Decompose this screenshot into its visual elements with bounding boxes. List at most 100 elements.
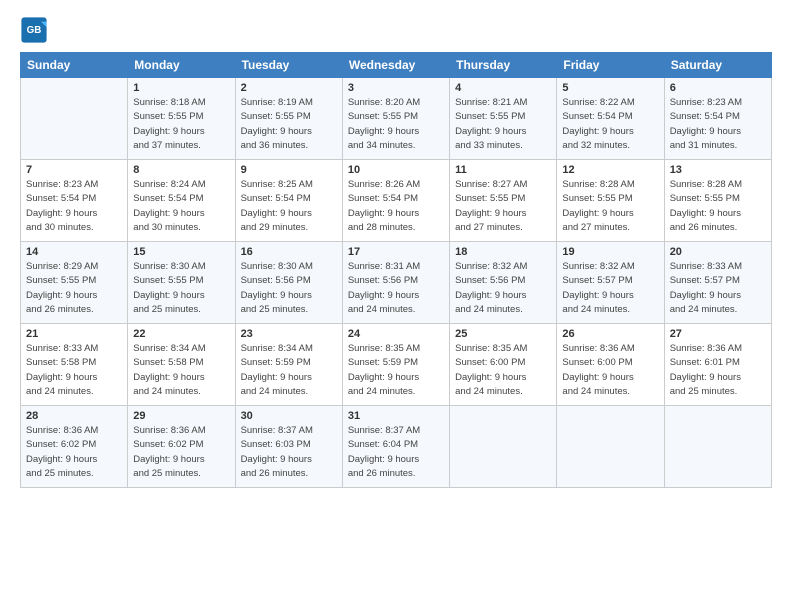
calendar-cell: 27 Sunrise: 8:36 AMSunset: 6:01 PMDayligh…: [664, 324, 771, 406]
calendar-cell: 5 Sunrise: 8:22 AMSunset: 5:54 PMDaylight…: [557, 78, 664, 160]
day-number: 25: [455, 328, 551, 340]
logo-icon: GB: [20, 16, 48, 44]
logo: GB: [20, 16, 52, 44]
calendar-cell: 12Sunrise: 8:28 AMSunset: 5:55 PMDayligh…: [557, 160, 664, 242]
calendar-cell: 17 Sunrise: 8:31 AMSunset: 5:56 PMDayligh…: [342, 242, 449, 324]
day-info: Sunrise: 8:22 AMSunset: 5:54 PMDaylight:…: [562, 96, 658, 153]
day-number: 18: [455, 246, 551, 258]
calendar-cell: 18 Sunrise: 8:32 AMSunset: 5:56 PMDayligh…: [450, 242, 557, 324]
calendar-cell: 25 Sunrise: 8:35 AMSunset: 6:00 PMDayligh…: [450, 324, 557, 406]
week-row-1: 7 Sunrise: 8:23 AMSunset: 5:54 PMDaylight…: [21, 160, 772, 242]
day-info: Sunrise: 8:25 AMSunset: 5:54 PMDaylight:…: [241, 178, 337, 235]
day-number: 22: [133, 328, 229, 340]
day-number: 5: [562, 82, 658, 94]
day-info: Sunrise: 8:35 AMSunset: 6:00 PMDaylight:…: [455, 342, 551, 399]
week-row-4: 28Sunrise: 8:36 AMSunset: 6:02 PMDayligh…: [21, 406, 772, 488]
calendar-cell: 7 Sunrise: 8:23 AMSunset: 5:54 PMDaylight…: [21, 160, 128, 242]
calendar-cell: 3 Sunrise: 8:20 AMSunset: 5:55 PMDaylight…: [342, 78, 449, 160]
calendar-cell: 11 Sunrise: 8:27 AMSunset: 5:55 PMDayligh…: [450, 160, 557, 242]
day-number: 17: [348, 246, 444, 258]
calendar-table: SundayMondayTuesdayWednesdayThursdayFrid…: [20, 52, 772, 488]
day-number: 1: [133, 82, 229, 94]
weekday-wednesday: Wednesday: [342, 53, 449, 78]
day-info: Sunrise: 8:21 AMSunset: 5:55 PMDaylight:…: [455, 96, 551, 153]
calendar-cell: 19 Sunrise: 8:32 AMSunset: 5:57 PMDayligh…: [557, 242, 664, 324]
day-number: 21: [26, 328, 122, 340]
day-number: 6: [670, 82, 766, 94]
day-info: Sunrise: 8:32 AMSunset: 5:56 PMDaylight:…: [455, 260, 551, 317]
calendar-cell: 1 Sunrise: 8:18 AMSunset: 5:55 PMDaylight…: [128, 78, 235, 160]
day-info: Sunrise: 8:35 AMSunset: 5:59 PMDaylight:…: [348, 342, 444, 399]
day-info: Sunrise: 8:37 AMSunset: 6:04 PMDaylight:…: [348, 424, 444, 481]
day-number: 11: [455, 164, 551, 176]
day-info: Sunrise: 8:34 AMSunset: 5:59 PMDaylight:…: [241, 342, 337, 399]
day-info: Sunrise: 8:34 AMSunset: 5:58 PMDaylight:…: [133, 342, 229, 399]
weekday-friday: Friday: [557, 53, 664, 78]
day-number: 23: [241, 328, 337, 340]
calendar-cell: 26Sunrise: 8:36 AMSunset: 6:00 PMDayligh…: [557, 324, 664, 406]
calendar-cell: [557, 406, 664, 488]
day-number: 20: [670, 246, 766, 258]
day-info: Sunrise: 8:30 AMSunset: 5:55 PMDaylight:…: [133, 260, 229, 317]
calendar-cell: 14Sunrise: 8:29 AMSunset: 5:55 PMDayligh…: [21, 242, 128, 324]
day-info: Sunrise: 8:26 AMSunset: 5:54 PMDaylight:…: [348, 178, 444, 235]
day-number: 3: [348, 82, 444, 94]
week-row-0: 1 Sunrise: 8:18 AMSunset: 5:55 PMDaylight…: [21, 78, 772, 160]
day-info: Sunrise: 8:24 AMSunset: 5:54 PMDaylight:…: [133, 178, 229, 235]
day-info: Sunrise: 8:28 AMSunset: 5:55 PMDaylight:…: [562, 178, 658, 235]
day-number: 9: [241, 164, 337, 176]
svg-text:GB: GB: [27, 25, 42, 36]
day-info: Sunrise: 8:33 AMSunset: 5:57 PMDaylight:…: [670, 260, 766, 317]
weekday-header-row: SundayMondayTuesdayWednesdayThursdayFrid…: [21, 53, 772, 78]
day-info: Sunrise: 8:36 AMSunset: 6:02 PMDaylight:…: [26, 424, 122, 481]
calendar-cell: 23 Sunrise: 8:34 AMSunset: 5:59 PMDayligh…: [235, 324, 342, 406]
calendar-cell: 20 Sunrise: 8:33 AMSunset: 5:57 PMDayligh…: [664, 242, 771, 324]
day-info: Sunrise: 8:31 AMSunset: 5:56 PMDaylight:…: [348, 260, 444, 317]
calendar-cell: 30Sunrise: 8:37 AMSunset: 6:03 PMDayligh…: [235, 406, 342, 488]
weekday-tuesday: Tuesday: [235, 53, 342, 78]
calendar-cell: 16 Sunrise: 8:30 AMSunset: 5:56 PMDayligh…: [235, 242, 342, 324]
week-row-2: 14Sunrise: 8:29 AMSunset: 5:55 PMDayligh…: [21, 242, 772, 324]
day-number: 31: [348, 410, 444, 422]
calendar-cell: 6 Sunrise: 8:23 AMSunset: 5:54 PMDaylight…: [664, 78, 771, 160]
day-number: 13: [670, 164, 766, 176]
day-number: 2: [241, 82, 337, 94]
calendar-cell: 13 Sunrise: 8:28 AMSunset: 5:55 PMDayligh…: [664, 160, 771, 242]
day-number: 27: [670, 328, 766, 340]
day-info: Sunrise: 8:23 AMSunset: 5:54 PMDaylight:…: [26, 178, 122, 235]
calendar-cell: 29 Sunrise: 8:36 AMSunset: 6:02 PMDayligh…: [128, 406, 235, 488]
day-number: 8: [133, 164, 229, 176]
day-info: Sunrise: 8:36 AMSunset: 6:01 PMDaylight:…: [670, 342, 766, 399]
header: GB: [20, 16, 772, 44]
calendar-cell: [450, 406, 557, 488]
day-number: 10: [348, 164, 444, 176]
calendar-cell: 8 Sunrise: 8:24 AMSunset: 5:54 PMDaylight…: [128, 160, 235, 242]
calendar-cell: 10 Sunrise: 8:26 AMSunset: 5:54 PMDayligh…: [342, 160, 449, 242]
calendar-cell: [21, 78, 128, 160]
day-info: Sunrise: 8:27 AMSunset: 5:55 PMDaylight:…: [455, 178, 551, 235]
week-row-3: 21Sunrise: 8:33 AMSunset: 5:58 PMDayligh…: [21, 324, 772, 406]
day-number: 7: [26, 164, 122, 176]
weekday-saturday: Saturday: [664, 53, 771, 78]
day-number: 15: [133, 246, 229, 258]
day-info: Sunrise: 8:32 AMSunset: 5:57 PMDaylight:…: [562, 260, 658, 317]
calendar-cell: 4Sunrise: 8:21 AMSunset: 5:55 PMDaylight…: [450, 78, 557, 160]
calendar-cell: 31 Sunrise: 8:37 AMSunset: 6:04 PMDayligh…: [342, 406, 449, 488]
weekday-sunday: Sunday: [21, 53, 128, 78]
day-number: 19: [562, 246, 658, 258]
day-number: 16: [241, 246, 337, 258]
day-number: 24: [348, 328, 444, 340]
day-info: Sunrise: 8:37 AMSunset: 6:03 PMDaylight:…: [241, 424, 337, 481]
calendar-cell: 22 Sunrise: 8:34 AMSunset: 5:58 PMDayligh…: [128, 324, 235, 406]
day-info: Sunrise: 8:28 AMSunset: 5:55 PMDaylight:…: [670, 178, 766, 235]
day-info: Sunrise: 8:23 AMSunset: 5:54 PMDaylight:…: [670, 96, 766, 153]
day-info: Sunrise: 8:30 AMSunset: 5:56 PMDaylight:…: [241, 260, 337, 317]
day-number: 14: [26, 246, 122, 258]
calendar-cell: 2 Sunrise: 8:19 AMSunset: 5:55 PMDaylight…: [235, 78, 342, 160]
day-number: 29: [133, 410, 229, 422]
day-info: Sunrise: 8:18 AMSunset: 5:55 PMDaylight:…: [133, 96, 229, 153]
calendar-cell: 24 Sunrise: 8:35 AMSunset: 5:59 PMDayligh…: [342, 324, 449, 406]
day-info: Sunrise: 8:20 AMSunset: 5:55 PMDaylight:…: [348, 96, 444, 153]
day-info: Sunrise: 8:36 AMSunset: 6:02 PMDaylight:…: [133, 424, 229, 481]
day-info: Sunrise: 8:19 AMSunset: 5:55 PMDaylight:…: [241, 96, 337, 153]
